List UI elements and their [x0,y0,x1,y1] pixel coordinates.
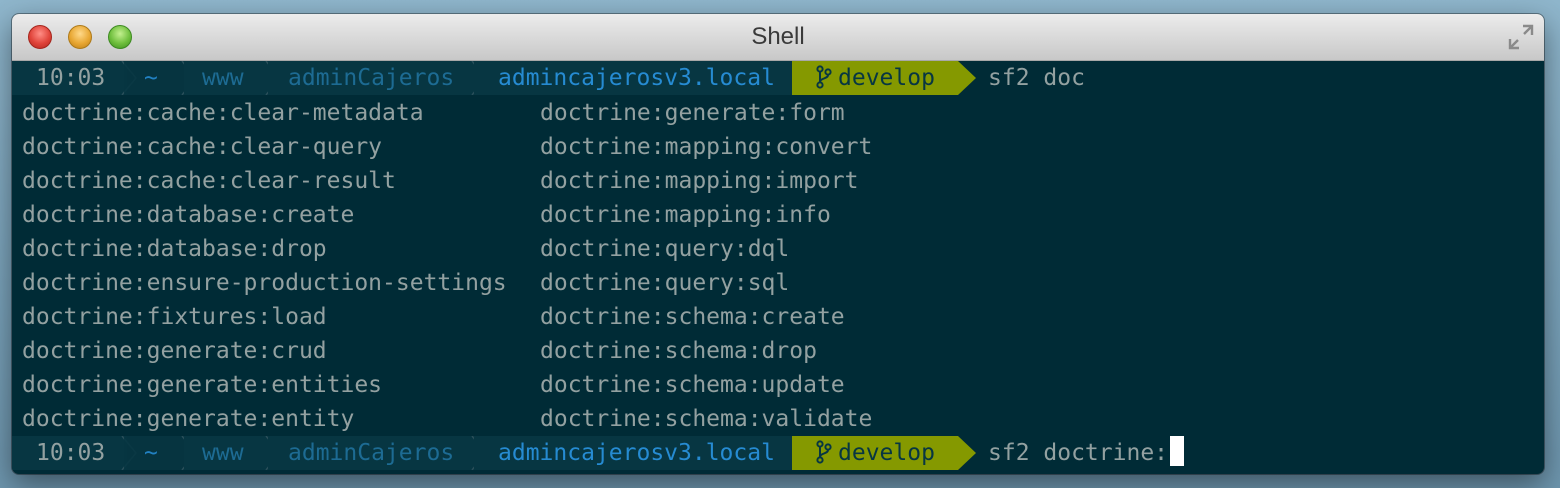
completion-item: doctrine:generate:entities [22,372,383,398]
command-input[interactable]: sf2 doctrine: [988,436,1185,470]
prompt-dir-www: www [184,436,268,470]
completion-item: doctrine:schema:update [540,372,845,398]
git-branch-icon [816,440,832,464]
window-title: Shell [751,23,805,50]
git-branch-icon [816,65,832,89]
fullscreen-icon[interactable] [1506,22,1536,52]
completion-item: doctrine:database:drop [22,236,327,262]
completion-item: doctrine:cache:clear-result [22,168,396,194]
completion-item: doctrine:generate:crud [22,338,327,364]
completion-list: doctrine:cache:clear-metadata doctrine:ge… [22,96,872,436]
terminal-window: Shell 10:03 ~ www adminCajeros admincaje… [12,14,1544,474]
prompt-home: ~ [124,61,184,95]
prompt-line: 10:03 ~ www adminCajeros admincajerosv3.… [12,61,1544,95]
completion-item: doctrine:mapping:convert [540,134,873,160]
list-item: doctrine:cache:clear-metadata doctrine:ge… [22,96,872,130]
completion-item: doctrine:cache:clear-metadata [22,100,424,126]
prompt-dir-www: www [184,61,268,95]
separator-icon [958,436,976,470]
completion-item: doctrine:query:sql [540,270,790,296]
completion-item: doctrine:mapping:import [540,168,859,194]
command-text: sf2 doc [988,65,1085,91]
separator-icon [958,61,976,95]
completion-item: doctrine:ensure-production-settings [22,270,507,296]
prompt-dir-local: admincajerosv3.local [474,61,794,95]
command-text: sf2 doctrine: [988,440,1169,466]
prompt-dir-local: admincajerosv3.local [474,436,794,470]
prompt-dir-admin: adminCajeros [268,436,474,470]
completion-item: doctrine:query:dql [540,236,790,262]
branch-name: develop [838,65,935,91]
list-item: doctrine:cache:clear-result doctrine:mapp… [22,164,872,198]
git-branch-segment: develop [792,436,958,470]
completion-item: doctrine:generate:entity [22,406,355,432]
list-item: doctrine:database:create doctrine:mapping… [22,198,872,232]
completion-item: doctrine:schema:create [540,304,845,330]
completion-item: doctrine:schema:drop [540,338,817,364]
list-item: doctrine:fixtures:load doctrine:schema:cr… [22,300,872,334]
completion-item: doctrine:schema:validate [540,406,873,432]
completion-item: doctrine:cache:clear-query [22,134,383,160]
prompt-line: 10:03 ~ www adminCajeros admincajerosv3.… [12,436,1544,470]
list-item: doctrine:generate:crud doctrine:schema:dr… [22,334,872,368]
completion-item: doctrine:fixtures:load [22,304,327,330]
completion-item: doctrine:mapping:info [540,202,831,228]
title-bar[interactable]: Shell [12,14,1544,61]
completion-item: doctrine:generate:form [540,100,845,126]
list-item: doctrine:ensure-production-settings doctr… [22,266,872,300]
list-item: doctrine:generate:entity doctrine:schema:… [22,402,872,436]
list-item: doctrine:database:drop doctrine:query:dql [22,232,872,266]
text-cursor [1170,436,1185,466]
list-item: doctrine:cache:clear-query doctrine:mappi… [22,130,872,164]
list-item: doctrine:generate:entities doctrine:schem… [22,368,872,402]
terminal-content[interactable]: 10:03 ~ www adminCajeros admincajerosv3.… [12,61,1544,474]
prompt-home: ~ [124,436,184,470]
branch-name: develop [838,440,935,466]
prompt-time: 10:03 [12,61,124,95]
completion-item: doctrine:database:create [22,202,355,228]
git-branch-segment: develop [792,61,958,95]
prompt-dir-admin: adminCajeros [268,61,474,95]
prompt-time: 10:03 [12,436,124,470]
